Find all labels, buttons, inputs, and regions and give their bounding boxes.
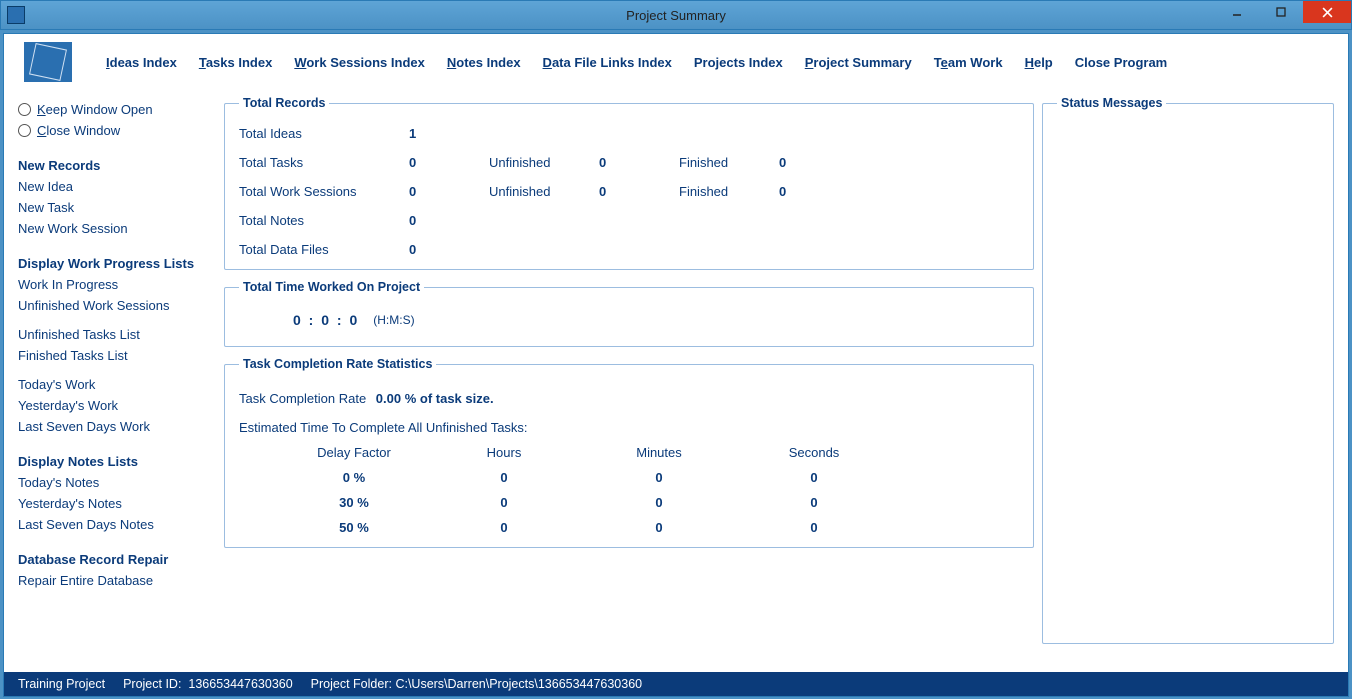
sidebar-link-unfinished-work-sessions[interactable]: Unfinished Work Sessions	[18, 298, 216, 313]
sidebar-link-finished-tasks-list[interactable]: Finished Tasks List	[18, 348, 216, 363]
value-total-notes: 0	[409, 213, 489, 228]
status-messages-legend: Status Messages	[1057, 96, 1166, 110]
value-tasks-finished: 0	[779, 155, 839, 170]
td-minutes: 0	[579, 520, 739, 535]
td-hours: 0	[429, 495, 579, 510]
label-total-ideas: Total Ideas	[239, 126, 409, 141]
sidebar-heading-new-records: New Records	[18, 158, 216, 173]
status-project-name: Training Project	[18, 677, 105, 691]
radio-close-window[interactable]: Close Window	[18, 123, 216, 138]
value-total-work-sessions: 0	[409, 184, 489, 199]
value-ws-finished: 0	[779, 184, 839, 199]
menu-help[interactable]: Help	[1025, 55, 1053, 70]
sidebar-link-new-task[interactable]: New Task	[18, 200, 216, 215]
th-delay-factor: Delay Factor	[279, 445, 429, 460]
status-messages-group: Status Messages	[1042, 96, 1334, 644]
main-panel: Total Records Total Ideas 1 Total Tasks …	[224, 96, 1034, 654]
window-title: Project Summary	[626, 8, 726, 23]
total-records-group: Total Records Total Ideas 1 Total Tasks …	[224, 96, 1034, 270]
sidebar-link-last-seven-days-notes[interactable]: Last Seven Days Notes	[18, 517, 216, 532]
label-total-work-sessions: Total Work Sessions	[239, 184, 409, 199]
status-messages-panel: Status Messages	[1042, 96, 1334, 654]
label-tasks-unfinished: Unfinished	[489, 155, 599, 170]
minimize-button[interactable]	[1215, 1, 1259, 23]
total-time-group: Total Time Worked On Project 0 : 0 : 0 (…	[224, 280, 1034, 347]
label-total-notes: Total Notes	[239, 213, 409, 228]
total-records-legend: Total Records	[239, 96, 329, 110]
menu-notes-index[interactable]: Notes Index	[447, 55, 521, 70]
close-button[interactable]	[1303, 1, 1351, 23]
window-buttons	[1215, 1, 1351, 23]
td-seconds: 0	[739, 520, 889, 535]
sidebar-heading-db-repair: Database Record Repair	[18, 552, 216, 567]
value-completion-rate: 0.00 % of task size.	[376, 391, 494, 406]
maximize-button[interactable]	[1259, 1, 1303, 23]
menu-data-file-links-index[interactable]: Data File Links Index	[543, 55, 672, 70]
td-hours: 0	[429, 470, 579, 485]
label-total-tasks: Total Tasks	[239, 155, 409, 170]
label-completion-rate: Task Completion Rate	[239, 391, 366, 406]
sidebar-heading-notes-lists: Display Notes Lists	[18, 454, 216, 469]
radio-keep-window-open[interactable]: Keep Window Open	[18, 102, 216, 117]
radio-icon	[18, 103, 31, 116]
label-ws-finished: Finished	[679, 184, 779, 199]
app-icon	[7, 6, 25, 24]
value-ws-unfinished: 0	[599, 184, 679, 199]
td-seconds: 0	[739, 495, 889, 510]
sidebar-link-todays-work[interactable]: Today's Work	[18, 377, 216, 392]
value-tasks-unfinished: 0	[599, 155, 679, 170]
sidebar-link-new-idea[interactable]: New Idea	[18, 179, 216, 194]
menu-team-work[interactable]: Team Work	[934, 55, 1003, 70]
sidebar-link-work-in-progress[interactable]: Work In Progress	[18, 277, 216, 292]
status-project-folder: Project Folder: C:\Users\Darren\Projects…	[311, 677, 642, 691]
value-total-tasks: 0	[409, 155, 489, 170]
titlebar: Project Summary	[0, 0, 1352, 30]
total-time-legend: Total Time Worked On Project	[239, 280, 424, 294]
td-hours: 0	[429, 520, 579, 535]
sidebar-link-repair-entire-database[interactable]: Repair Entire Database	[18, 573, 216, 588]
sidebar-link-last-seven-days-work[interactable]: Last Seven Days Work	[18, 419, 216, 434]
td-delay: 30 %	[279, 495, 429, 510]
status-project-id: Project ID: 136653447630360	[123, 677, 293, 691]
menubar: Ideas Index Tasks Index Work Sessions In…	[4, 34, 1348, 86]
completion-stats-legend: Task Completion Rate Statistics	[239, 357, 436, 371]
th-hours: Hours	[429, 445, 579, 460]
statusbar: Training Project Project ID: 13665344763…	[4, 672, 1348, 696]
td-delay: 50 %	[279, 520, 429, 535]
sidebar-link-yesterdays-work[interactable]: Yesterday's Work	[18, 398, 216, 413]
menu-tasks-index[interactable]: Tasks Index	[199, 55, 272, 70]
menu-project-summary[interactable]: Project Summary	[805, 55, 912, 70]
label-ws-unfinished: Unfinished	[489, 184, 599, 199]
td-minutes: 0	[579, 495, 739, 510]
label-time-unit: (H:M:S)	[373, 313, 414, 327]
sidebar-link-todays-notes[interactable]: Today's Notes	[18, 475, 216, 490]
sidebar-heading-progress-lists: Display Work Progress Lists	[18, 256, 216, 271]
label-estimated-time: Estimated Time To Complete All Unfinishe…	[239, 420, 1019, 435]
completion-stats-group: Task Completion Rate Statistics Task Com…	[224, 357, 1034, 548]
th-seconds: Seconds	[739, 445, 889, 460]
sidebar: Keep Window Open Close Window New Record…	[18, 96, 216, 654]
client-area: Ideas Index Tasks Index Work Sessions In…	[3, 33, 1349, 697]
est-time-table: Delay Factor Hours Minutes Seconds 0 % 0…	[279, 445, 1019, 535]
sidebar-link-new-work-session[interactable]: New Work Session	[18, 221, 216, 236]
menu-work-sessions-index[interactable]: Work Sessions Index	[294, 55, 425, 70]
td-delay: 0 %	[279, 470, 429, 485]
label-total-data-files: Total Data Files	[239, 242, 409, 257]
td-seconds: 0	[739, 470, 889, 485]
label-tasks-finished: Finished	[679, 155, 779, 170]
menu-close-program[interactable]: Close Program	[1075, 55, 1167, 70]
sidebar-link-unfinished-tasks-list[interactable]: Unfinished Tasks List	[18, 327, 216, 342]
project-logo-icon	[24, 42, 72, 82]
menu-projects-index[interactable]: Projects Index	[694, 55, 783, 70]
value-total-time: 0 : 0 : 0	[293, 312, 359, 328]
value-total-data-files: 0	[409, 242, 489, 257]
sidebar-link-yesterdays-notes[interactable]: Yesterday's Notes	[18, 496, 216, 511]
th-minutes: Minutes	[579, 445, 739, 460]
menu-ideas-index[interactable]: Ideas Index	[106, 55, 177, 70]
radio-icon	[18, 124, 31, 137]
td-minutes: 0	[579, 470, 739, 485]
value-total-ideas: 1	[409, 126, 489, 141]
